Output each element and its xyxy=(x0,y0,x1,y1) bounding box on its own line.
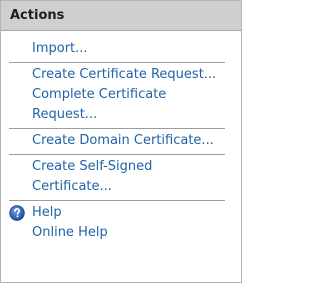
create-self-signed-certificate-action-line2[interactable]: Certificate... xyxy=(1,177,241,197)
create-self-signed-certificate-action-line1[interactable]: Create Self-Signed xyxy=(1,157,241,177)
import-action[interactable]: Import... xyxy=(1,39,241,59)
create-domain-certificate-action[interactable]: Create Domain Certificate... xyxy=(1,131,241,151)
actions-header: Actions xyxy=(1,1,241,31)
separator xyxy=(9,128,225,129)
help-row[interactable]: Help xyxy=(1,203,241,223)
actions-pane: Actions Import... Create Certificate Req… xyxy=(0,0,242,283)
online-help-action[interactable]: Online Help xyxy=(1,223,241,243)
actions-title: Actions xyxy=(10,8,65,23)
complete-certificate-request-action-line1[interactable]: Complete Certificate xyxy=(1,85,241,105)
separator xyxy=(9,62,225,63)
separator xyxy=(9,154,225,155)
complete-certificate-request-action-line2[interactable]: Request... xyxy=(1,105,241,125)
separator xyxy=(9,200,225,201)
help-action[interactable]: Help xyxy=(1,203,241,223)
create-certificate-request-action[interactable]: Create Certificate Request... xyxy=(1,65,241,85)
help-icon[interactable] xyxy=(9,205,25,221)
actions-list: Import... Create Certificate Request... … xyxy=(1,31,241,243)
